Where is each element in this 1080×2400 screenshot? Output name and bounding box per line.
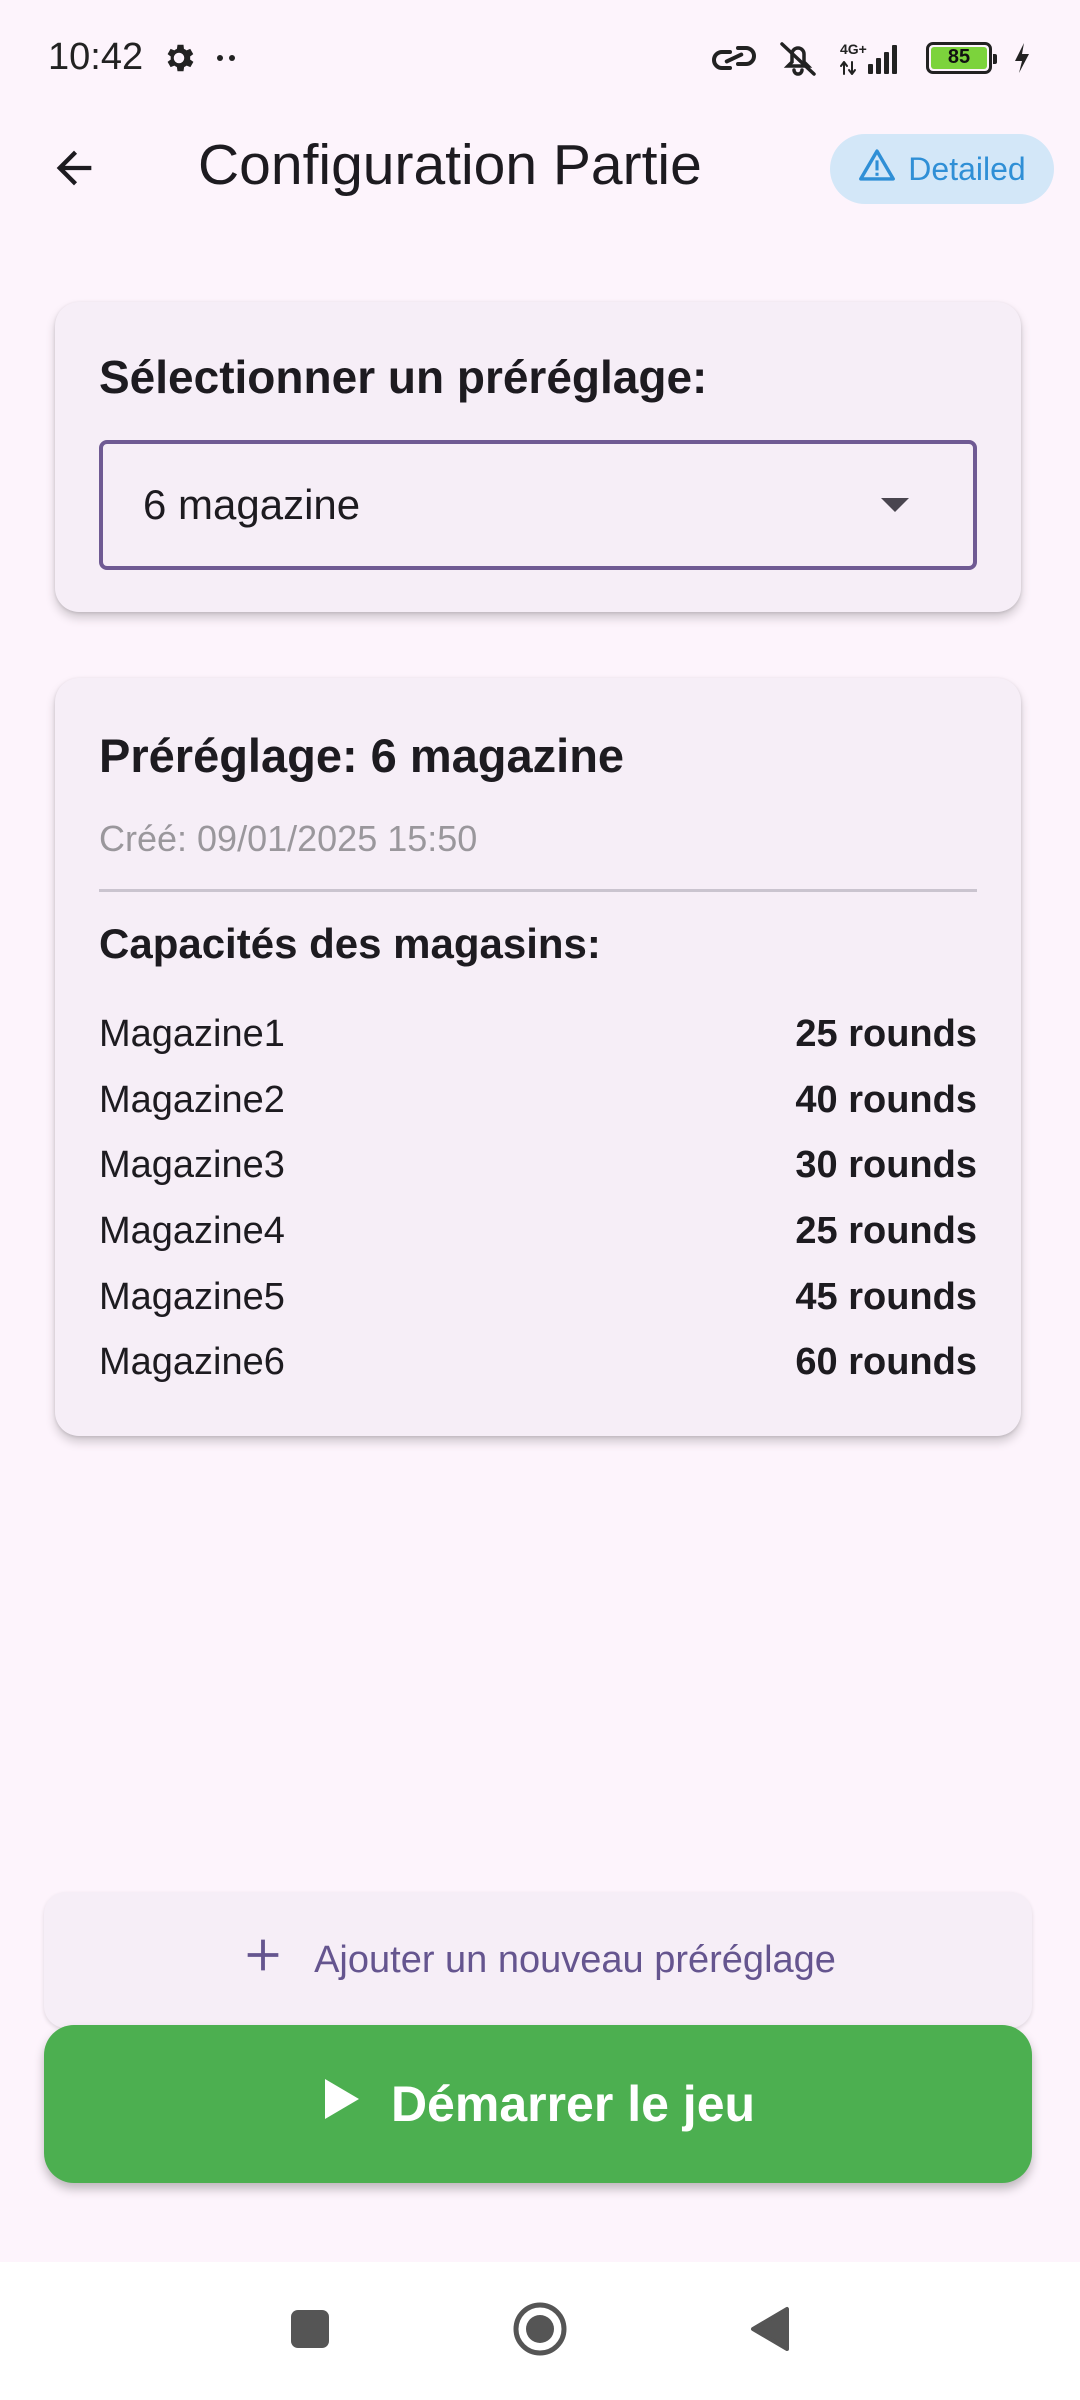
recents-square-icon xyxy=(289,2308,331,2355)
magazine-name: Magazine5 xyxy=(99,1275,285,1318)
start-game-button[interactable]: Démarrer le jeu xyxy=(44,2025,1032,2183)
home-circle-icon xyxy=(512,2301,568,2362)
magazine-row: Magazine2 40 rounds xyxy=(99,1068,977,1134)
battery-level: 85 xyxy=(931,46,987,69)
preset-details-card: Préréglage: 6 magazine Créé: 09/01/2025 … xyxy=(55,678,1021,1436)
preset-title: Préréglage: 6 magazine xyxy=(99,729,625,782)
add-preset-button[interactable]: Ajouter un nouveau préréglage xyxy=(44,1892,1032,2028)
warning-triangle-icon xyxy=(858,148,896,190)
settings-gear-icon xyxy=(161,40,197,76)
plus-icon xyxy=(240,1932,286,1988)
magazine-row: Magazine4 25 rounds xyxy=(99,1199,977,1265)
more-dots-icon xyxy=(215,52,239,64)
divider xyxy=(99,889,977,892)
magazine-capacity: 45 rounds xyxy=(795,1275,977,1318)
magazine-capacity: 60 rounds xyxy=(795,1341,977,1384)
charging-icon xyxy=(1012,41,1032,75)
page-title: Configuration Partie xyxy=(198,133,702,197)
magazine-row: Magazine5 45 rounds xyxy=(99,1264,977,1330)
status-bar: 10:42 4G+ 85 xyxy=(0,0,1080,115)
recents-button[interactable] xyxy=(270,2291,350,2371)
preset-dropdown[interactable]: 6 magazine xyxy=(99,440,977,570)
arrow-back-icon xyxy=(48,142,100,199)
magazine-row: Magazine3 30 rounds xyxy=(99,1133,977,1199)
status-left: 10:42 xyxy=(48,36,239,79)
vibrate-off-icon xyxy=(776,38,820,78)
play-icon xyxy=(321,2075,361,2133)
magazine-capacity: 25 rounds xyxy=(795,1210,977,1253)
magazine-name: Magazine2 xyxy=(99,1078,285,1121)
home-button[interactable] xyxy=(500,2291,580,2371)
detailed-mode-badge[interactable]: Detailed xyxy=(830,134,1054,204)
app-bar: Configuration Partie Detailed xyxy=(0,118,1080,220)
signal-icon: 4G+ xyxy=(840,40,906,76)
preset-selector-title: Sélectionner un préréglage: xyxy=(99,351,708,403)
capacities-title: Capacités des magasins: xyxy=(99,920,601,967)
dropdown-caret-icon xyxy=(881,498,909,512)
start-game-label: Démarrer le jeu xyxy=(390,2076,756,2132)
badge-label: Detailed xyxy=(908,150,1026,187)
created-date: Créé: 09/01/2025 15:50 xyxy=(99,818,478,859)
magazine-name: Magazine6 xyxy=(99,1341,285,1384)
system-nav-bar xyxy=(0,2262,1080,2400)
back-triangle-icon xyxy=(749,2305,791,2358)
nav-back-button[interactable] xyxy=(730,2291,810,2371)
magazine-capacity: 30 rounds xyxy=(795,1144,977,1187)
magazine-capacity: 25 rounds xyxy=(795,1013,977,1056)
back-button[interactable] xyxy=(40,136,108,204)
status-right: 4G+ 85 xyxy=(712,38,1032,78)
magazine-name: Magazine4 xyxy=(99,1210,285,1253)
preset-selector-card: Sélectionner un préréglage: 6 magazine xyxy=(55,302,1021,612)
preset-dropdown-value: 6 magazine xyxy=(143,481,361,528)
magazine-name: Magazine1 xyxy=(99,1013,285,1056)
magazine-row: Magazine6 60 rounds xyxy=(99,1330,977,1396)
magazine-list: Magazine1 25 rounds Magazine2 40 rounds … xyxy=(99,1002,977,1396)
magazine-name: Magazine3 xyxy=(99,1144,285,1187)
link-icon xyxy=(712,40,756,76)
status-time: 10:42 xyxy=(48,36,144,78)
magazine-row: Magazine1 25 rounds xyxy=(99,1002,977,1068)
add-preset-label: Ajouter un nouveau préréglage xyxy=(314,1938,836,1981)
battery-icon: 85 xyxy=(926,41,997,74)
magazine-capacity: 40 rounds xyxy=(795,1078,977,1121)
